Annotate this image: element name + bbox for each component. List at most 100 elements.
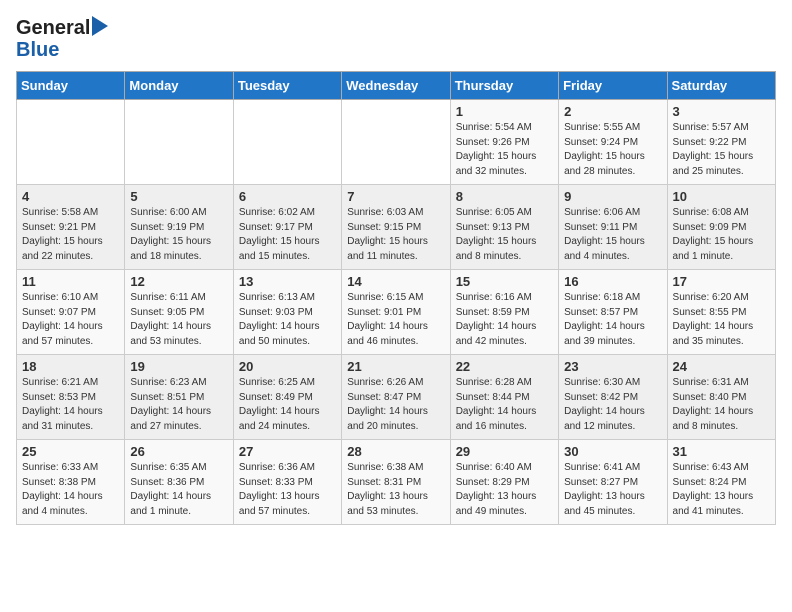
day-content: Sunrise: 6:35 AM Sunset: 8:36 PM Dayligh… bbox=[130, 461, 227, 519]
logo-text: General Blue bbox=[16, 16, 108, 61]
calendar-cell bbox=[233, 100, 341, 185]
day-number: 29 bbox=[456, 444, 553, 459]
day-header-tuesday: Tuesday bbox=[233, 72, 341, 100]
day-number: 13 bbox=[239, 274, 336, 289]
day-content: Sunrise: 6:26 AM Sunset: 8:47 PM Dayligh… bbox=[347, 376, 444, 434]
day-number: 24 bbox=[673, 359, 770, 374]
day-number: 18 bbox=[22, 359, 119, 374]
day-number: 7 bbox=[347, 189, 444, 204]
calendar-cell bbox=[342, 100, 450, 185]
day-content: Sunrise: 5:55 AM Sunset: 9:24 PM Dayligh… bbox=[564, 121, 661, 179]
day-number: 23 bbox=[564, 359, 661, 374]
day-content: Sunrise: 6:30 AM Sunset: 8:42 PM Dayligh… bbox=[564, 376, 661, 434]
day-number: 25 bbox=[22, 444, 119, 459]
day-header-saturday: Saturday bbox=[667, 72, 775, 100]
calendar-table: SundayMondayTuesdayWednesdayThursdayFrid… bbox=[16, 71, 776, 525]
day-number: 19 bbox=[130, 359, 227, 374]
calendar-cell: 18 Sunrise: 6:21 AM Sunset: 8:53 PM Dayli… bbox=[17, 355, 125, 440]
day-number: 12 bbox=[130, 274, 227, 289]
day-content: Sunrise: 6:02 AM Sunset: 9:17 PM Dayligh… bbox=[239, 206, 336, 264]
day-header-wednesday: Wednesday bbox=[342, 72, 450, 100]
day-content: Sunrise: 6:08 AM Sunset: 9:09 PM Dayligh… bbox=[673, 206, 770, 264]
logo: General Blue bbox=[16, 16, 108, 61]
day-content: Sunrise: 6:05 AM Sunset: 9:13 PM Dayligh… bbox=[456, 206, 553, 264]
calendar-cell: 4Sunrise: 5:58 AM Sunset: 9:21 PM Daylig… bbox=[17, 185, 125, 270]
day-number: 22 bbox=[456, 359, 553, 374]
logo-arrow-icon bbox=[92, 16, 108, 36]
calendar-cell: 31Sunrise: 6:43 AM Sunset: 8:24 PM Dayli… bbox=[667, 440, 775, 525]
day-number: 26 bbox=[130, 444, 227, 459]
day-number: 14 bbox=[347, 274, 444, 289]
calendar-cell: 8 Sunrise: 6:05 AM Sunset: 9:13 PM Daylig… bbox=[450, 185, 558, 270]
calendar-cell: 21 Sunrise: 6:26 AM Sunset: 8:47 PM Dayli… bbox=[342, 355, 450, 440]
day-number: 16 bbox=[564, 274, 661, 289]
week-row-0: 1Sunrise: 5:54 AM Sunset: 9:26 PM Daylig… bbox=[17, 100, 776, 185]
day-content: Sunrise: 6:20 AM Sunset: 8:55 PM Dayligh… bbox=[673, 291, 770, 349]
day-content: Sunrise: 6:43 AM Sunset: 8:24 PM Dayligh… bbox=[673, 461, 770, 519]
day-content: Sunrise: 6:11 AM Sunset: 9:05 PM Dayligh… bbox=[130, 291, 227, 349]
day-content: Sunrise: 6:38 AM Sunset: 8:31 PM Dayligh… bbox=[347, 461, 444, 519]
day-number: 17 bbox=[673, 274, 770, 289]
day-content: Sunrise: 6:03 AM Sunset: 9:15 PM Dayligh… bbox=[347, 206, 444, 264]
day-content: Sunrise: 6:13 AM Sunset: 9:03 PM Dayligh… bbox=[239, 291, 336, 349]
calendar-cell bbox=[17, 100, 125, 185]
calendar-cell: 16 Sunrise: 6:18 AM Sunset: 8:57 PM Dayli… bbox=[559, 270, 667, 355]
calendar-cell: 24 Sunrise: 6:31 AM Sunset: 8:40 PM Dayli… bbox=[667, 355, 775, 440]
day-content: Sunrise: 6:36 AM Sunset: 8:33 PM Dayligh… bbox=[239, 461, 336, 519]
day-content: Sunrise: 6:25 AM Sunset: 8:49 PM Dayligh… bbox=[239, 376, 336, 434]
logo-blue: Blue bbox=[16, 39, 59, 61]
day-number: 5 bbox=[130, 189, 227, 204]
calendar-cell: 11 Sunrise: 6:10 AM Sunset: 9:07 PM Dayli… bbox=[17, 270, 125, 355]
calendar-cell: 28Sunrise: 6:38 AM Sunset: 8:31 PM Dayli… bbox=[342, 440, 450, 525]
day-header-thursday: Thursday bbox=[450, 72, 558, 100]
day-content: Sunrise: 6:16 AM Sunset: 8:59 PM Dayligh… bbox=[456, 291, 553, 349]
calendar-cell: 20 Sunrise: 6:25 AM Sunset: 8:49 PM Dayli… bbox=[233, 355, 341, 440]
calendar-cell: 30 Sunrise: 6:41 AM Sunset: 8:27 PM Dayli… bbox=[559, 440, 667, 525]
day-content: Sunrise: 6:15 AM Sunset: 9:01 PM Dayligh… bbox=[347, 291, 444, 349]
day-number: 1 bbox=[456, 104, 553, 119]
day-number: 10 bbox=[673, 189, 770, 204]
day-content: Sunrise: 6:41 AM Sunset: 8:27 PM Dayligh… bbox=[564, 461, 661, 519]
calendar-cell: 14 Sunrise: 6:15 AM Sunset: 9:01 PM Dayli… bbox=[342, 270, 450, 355]
day-content: Sunrise: 6:18 AM Sunset: 8:57 PM Dayligh… bbox=[564, 291, 661, 349]
day-content: Sunrise: 6:21 AM Sunset: 8:53 PM Dayligh… bbox=[22, 376, 119, 434]
day-header-monday: Monday bbox=[125, 72, 233, 100]
calendar-cell: 19 Sunrise: 6:23 AM Sunset: 8:51 PM Dayli… bbox=[125, 355, 233, 440]
logo-wrapper: General Blue bbox=[16, 16, 108, 61]
week-row-2: 11 Sunrise: 6:10 AM Sunset: 9:07 PM Dayli… bbox=[17, 270, 776, 355]
day-content: Sunrise: 5:57 AM Sunset: 9:22 PM Dayligh… bbox=[673, 121, 770, 179]
day-number: 15 bbox=[456, 274, 553, 289]
day-content: Sunrise: 6:06 AM Sunset: 9:11 PM Dayligh… bbox=[564, 206, 661, 264]
day-number: 20 bbox=[239, 359, 336, 374]
day-number: 4 bbox=[22, 189, 119, 204]
day-content: Sunrise: 6:33 AM Sunset: 8:38 PM Dayligh… bbox=[22, 461, 119, 519]
week-row-1: 4Sunrise: 5:58 AM Sunset: 9:21 PM Daylig… bbox=[17, 185, 776, 270]
day-content: Sunrise: 6:10 AM Sunset: 9:07 PM Dayligh… bbox=[22, 291, 119, 349]
calendar-cell: 25 Sunrise: 6:33 AM Sunset: 8:38 PM Dayli… bbox=[17, 440, 125, 525]
week-row-4: 25 Sunrise: 6:33 AM Sunset: 8:38 PM Dayli… bbox=[17, 440, 776, 525]
calendar-cell: 9 Sunrise: 6:06 AM Sunset: 9:11 PM Daylig… bbox=[559, 185, 667, 270]
calendar-cell: 2Sunrise: 5:55 AM Sunset: 9:24 PM Daylig… bbox=[559, 100, 667, 185]
calendar-cell: 29Sunrise: 6:40 AM Sunset: 8:29 PM Dayli… bbox=[450, 440, 558, 525]
day-number: 8 bbox=[456, 189, 553, 204]
calendar-cell: 10 Sunrise: 6:08 AM Sunset: 9:09 PM Dayli… bbox=[667, 185, 775, 270]
day-content: Sunrise: 6:23 AM Sunset: 8:51 PM Dayligh… bbox=[130, 376, 227, 434]
day-number: 27 bbox=[239, 444, 336, 459]
calendar-cell: 6Sunrise: 6:02 AM Sunset: 9:17 PM Daylig… bbox=[233, 185, 341, 270]
header-row: SundayMondayTuesdayWednesdayThursdayFrid… bbox=[17, 72, 776, 100]
calendar-cell bbox=[125, 100, 233, 185]
calendar-cell: 26 Sunrise: 6:35 AM Sunset: 8:36 PM Dayli… bbox=[125, 440, 233, 525]
day-number: 9 bbox=[564, 189, 661, 204]
day-content: Sunrise: 6:00 AM Sunset: 9:19 PM Dayligh… bbox=[130, 206, 227, 264]
day-number: 30 bbox=[564, 444, 661, 459]
day-content: Sunrise: 6:28 AM Sunset: 8:44 PM Dayligh… bbox=[456, 376, 553, 434]
day-number: 21 bbox=[347, 359, 444, 374]
logo-general: General bbox=[16, 17, 90, 39]
calendar-cell: 1Sunrise: 5:54 AM Sunset: 9:26 PM Daylig… bbox=[450, 100, 558, 185]
day-number: 11 bbox=[22, 274, 119, 289]
day-content: Sunrise: 6:31 AM Sunset: 8:40 PM Dayligh… bbox=[673, 376, 770, 434]
calendar-cell: 23 Sunrise: 6:30 AM Sunset: 8:42 PM Dayli… bbox=[559, 355, 667, 440]
day-header-friday: Friday bbox=[559, 72, 667, 100]
calendar-cell: 27 Sunrise: 6:36 AM Sunset: 8:33 PM Dayli… bbox=[233, 440, 341, 525]
calendar-cell: 12 Sunrise: 6:11 AM Sunset: 9:05 PM Dayli… bbox=[125, 270, 233, 355]
